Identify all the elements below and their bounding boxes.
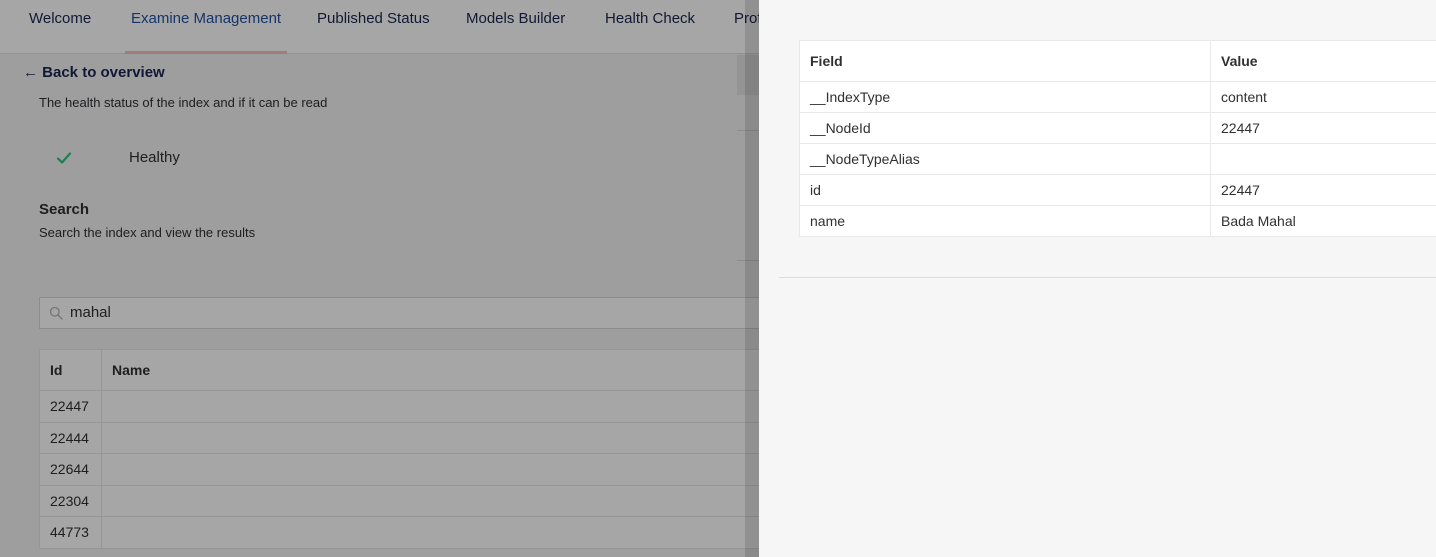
table-row: name Bada Mahal — [799, 205, 1436, 237]
field-name: id — [799, 174, 1211, 206]
field-value: content — [1210, 81, 1436, 113]
column-header-value: Value — [1210, 40, 1436, 82]
field-name: __NodeTypeAlias — [799, 143, 1211, 175]
field-name: name — [799, 205, 1211, 237]
column-header-field: Field — [799, 40, 1211, 82]
table-row: id 22447 — [799, 174, 1436, 206]
table-row: __NodeTypeAlias — [799, 143, 1436, 175]
panel-shadow — [745, 0, 759, 557]
document-fields-table: Field Value __IndexType content __NodeId… — [799, 40, 1436, 237]
field-value: 22447 — [1210, 174, 1436, 206]
field-name: __NodeId — [799, 112, 1211, 144]
panel-divider — [779, 277, 1436, 278]
field-value — [1210, 143, 1436, 175]
table-row: __IndexType content — [799, 81, 1436, 113]
table-row: __NodeId 22447 — [799, 112, 1436, 144]
field-value: Bada Mahal — [1210, 205, 1436, 237]
document-fields-panel: Field Value __IndexType content __NodeId… — [759, 0, 1436, 557]
field-value: 22447 — [1210, 112, 1436, 144]
field-name: __IndexType — [799, 81, 1211, 113]
